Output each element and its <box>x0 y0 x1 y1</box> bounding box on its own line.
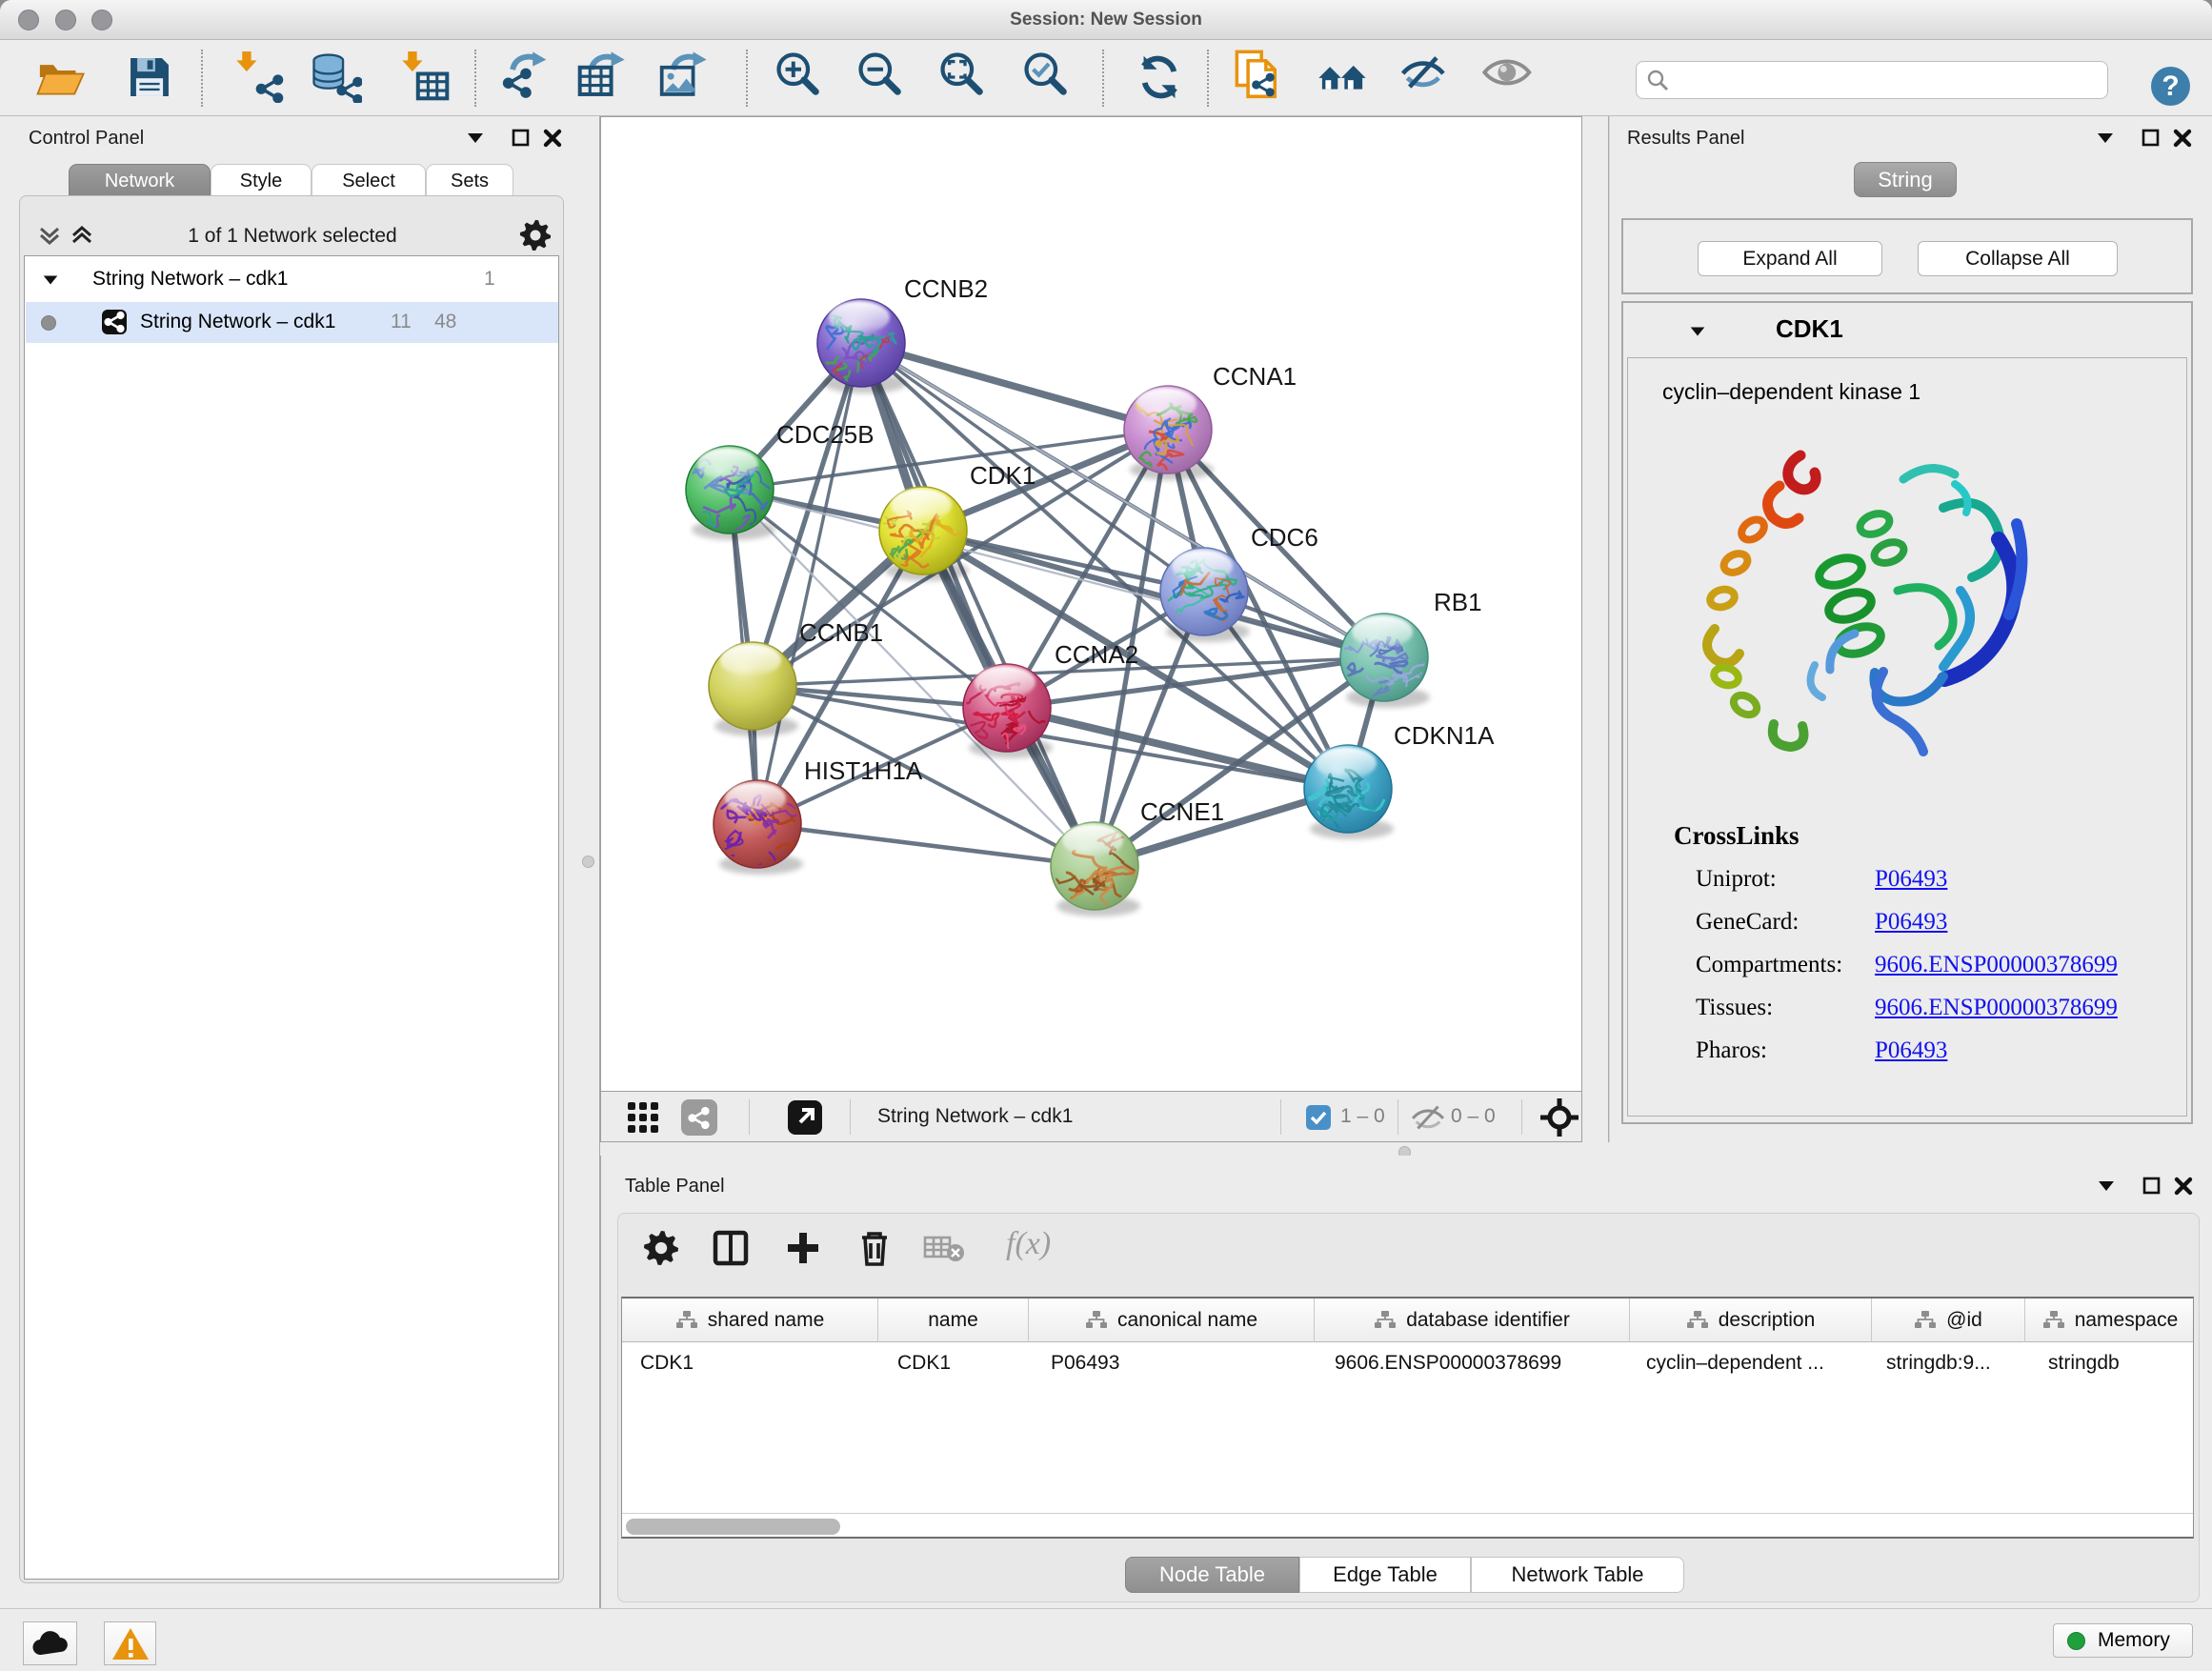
svg-text:HIST1H1A: HIST1H1A <box>804 756 923 785</box>
svg-text:CDC25B: CDC25B <box>776 420 875 449</box>
svg-text:CDK1: CDK1 <box>970 461 1036 490</box>
svg-text:CCNB1: CCNB1 <box>799 618 883 647</box>
svg-text:RB1: RB1 <box>1434 588 1482 616</box>
svg-text:CCNB2: CCNB2 <box>904 274 988 303</box>
svg-text:CCNA1: CCNA1 <box>1213 362 1297 391</box>
svg-text:CDC6: CDC6 <box>1251 523 1318 552</box>
svg-text:CCNE1: CCNE1 <box>1140 797 1224 826</box>
svg-text:CCNA2: CCNA2 <box>1055 640 1138 669</box>
svg-text:CDKN1A: CDKN1A <box>1394 721 1495 750</box>
